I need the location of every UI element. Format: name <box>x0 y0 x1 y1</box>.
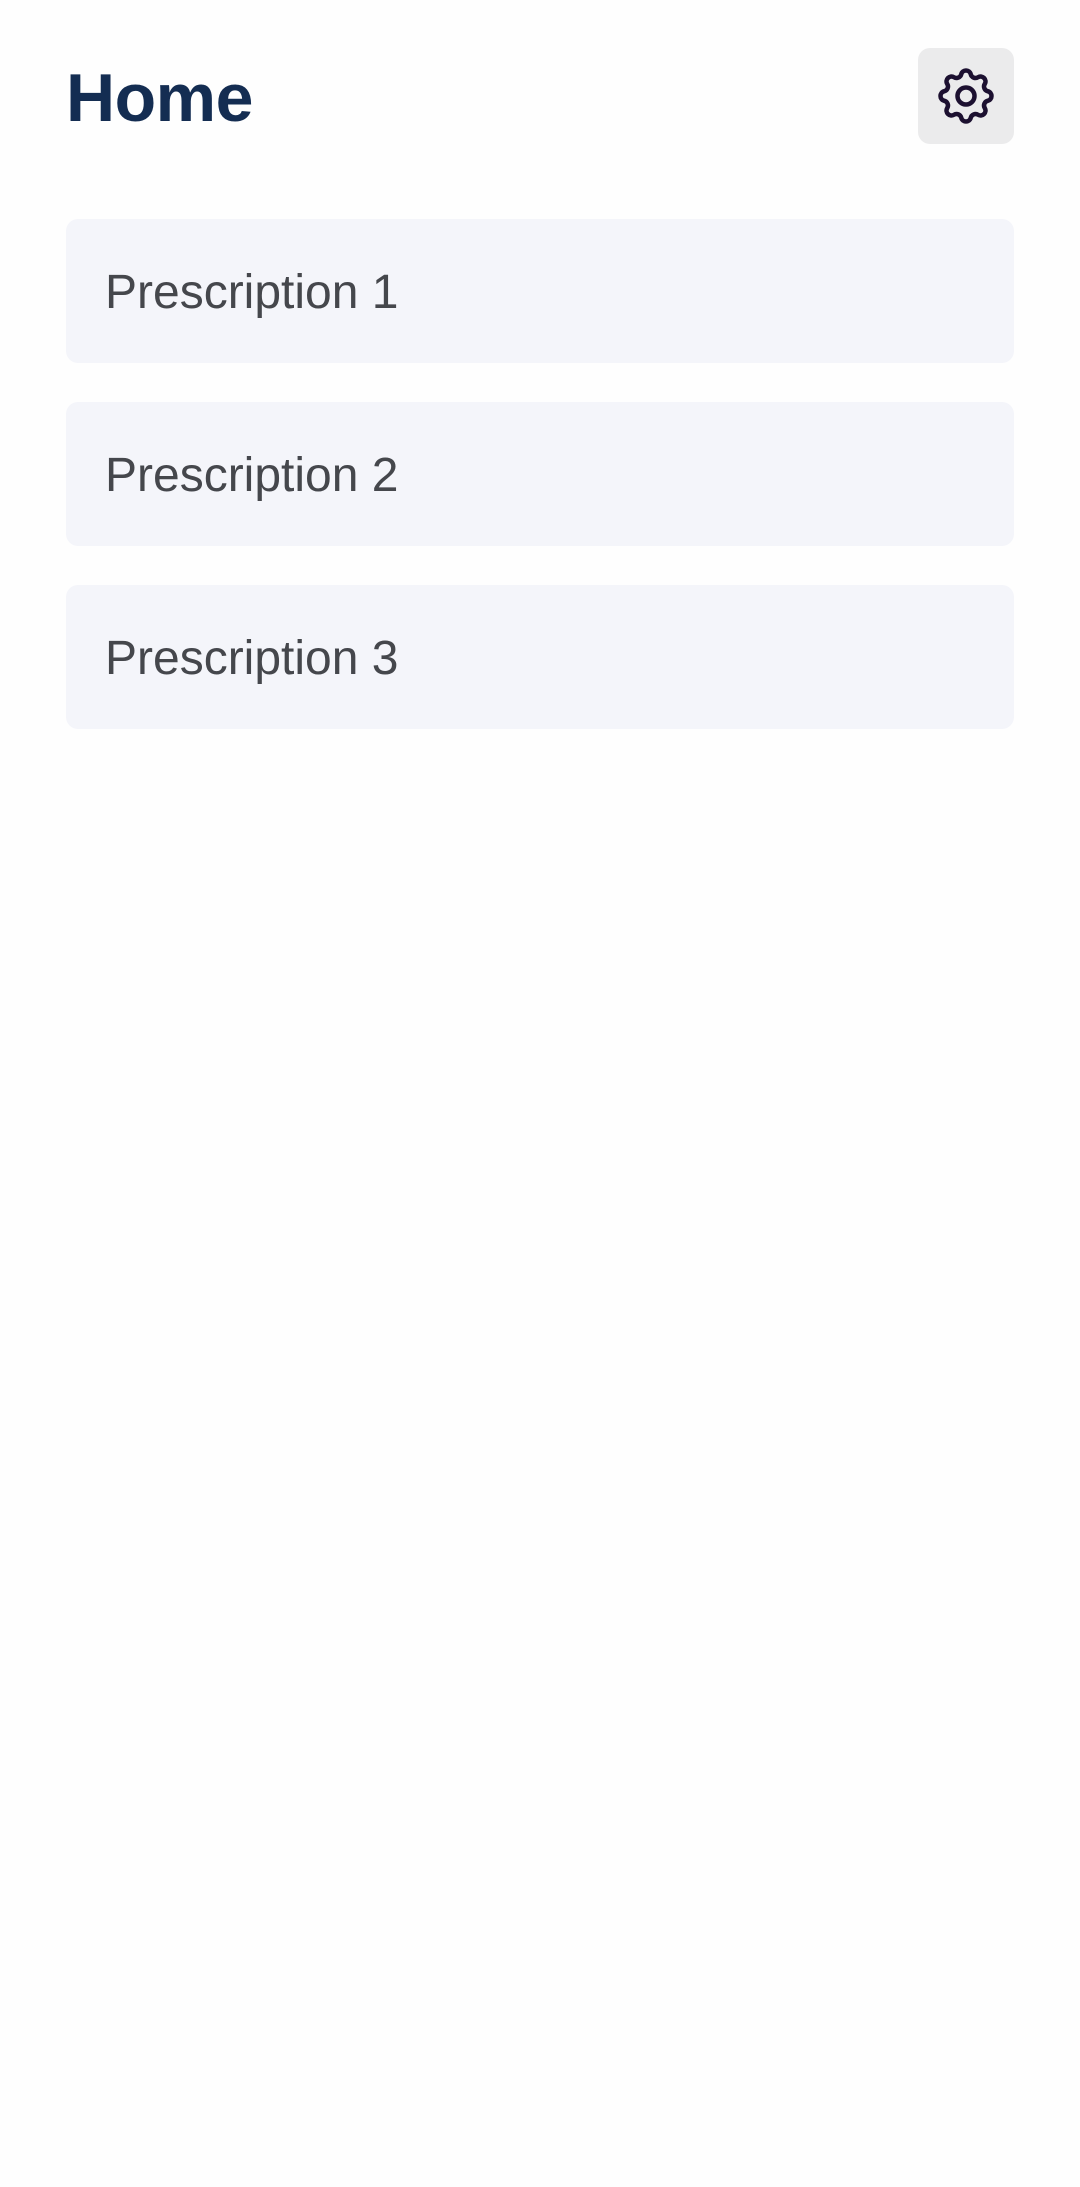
settings-button[interactable] <box>918 48 1014 144</box>
prescription-item-label: Prescription 3 <box>105 632 399 685</box>
prescription-item-label: Prescription 1 <box>105 266 399 319</box>
prescription-item-3[interactable]: Prescription 3 <box>66 585 1014 729</box>
prescription-item-2[interactable]: Prescription 2 <box>66 402 1014 546</box>
gear-icon <box>932 62 1000 130</box>
prescription-list: Prescription 1 Prescription 2 Prescripti… <box>66 219 1014 768</box>
page-title: Home <box>66 60 253 136</box>
top-bar: Home <box>0 0 1080 180</box>
prescription-item-1[interactable]: Prescription 1 <box>66 219 1014 363</box>
prescription-item-label: Prescription 2 <box>105 449 399 502</box>
